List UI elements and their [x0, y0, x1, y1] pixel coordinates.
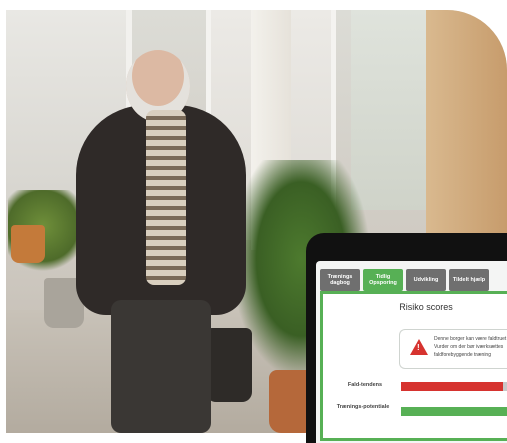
door [426, 10, 507, 270]
plant-pot [206, 328, 252, 402]
risk-alert: ! Denne borger kan være faldtruet Vurder… [399, 329, 507, 369]
score-bar-fill [401, 407, 507, 416]
tab-tildelt-hjaelp[interactable]: Tildelt hjælp [449, 269, 489, 291]
alert-line: Vurder om der bør iværksættes [434, 344, 504, 350]
alert-line: faldforebyggende træning [434, 352, 491, 358]
tab-tidlig-opsporing[interactable]: Tidlig Opsporing [363, 269, 403, 291]
scarf [146, 110, 186, 285]
warning-triangle-icon: ! [410, 339, 428, 355]
score-label-traenings-potentiale: Trænings-potentiale [336, 404, 390, 410]
alert-text: Denne borger kan være faldtruet Vurder o… [434, 335, 507, 359]
tab-udvikling[interactable]: Udvikling [406, 269, 446, 291]
risk-panel: Risiko scores ! Denne borger kan være fa… [320, 291, 507, 441]
tablet-device: Trænings dagbog Tidlig Opsporing Udvikli… [306, 233, 507, 443]
tab-traeningsdagbog[interactable]: Trænings dagbog [320, 269, 360, 291]
panel-title: Risiko scores [399, 302, 453, 312]
plant-pot [11, 225, 45, 263]
score-bar-traenings-potentiale [401, 407, 507, 416]
alert-line: Denne borger kan være faldtruet [434, 336, 507, 342]
tablet-screen: Trænings dagbog Tidlig Opsporing Udvikli… [316, 261, 507, 443]
score-label-fald-tendens: Fald-tendens [347, 382, 383, 388]
score-bar-fill [401, 382, 504, 391]
score-bar-fald-tendens [401, 382, 507, 391]
tab-bar: Trænings dagbog Tidlig Opsporing Udvikli… [320, 269, 489, 291]
elderly-woman-legs [111, 300, 211, 433]
